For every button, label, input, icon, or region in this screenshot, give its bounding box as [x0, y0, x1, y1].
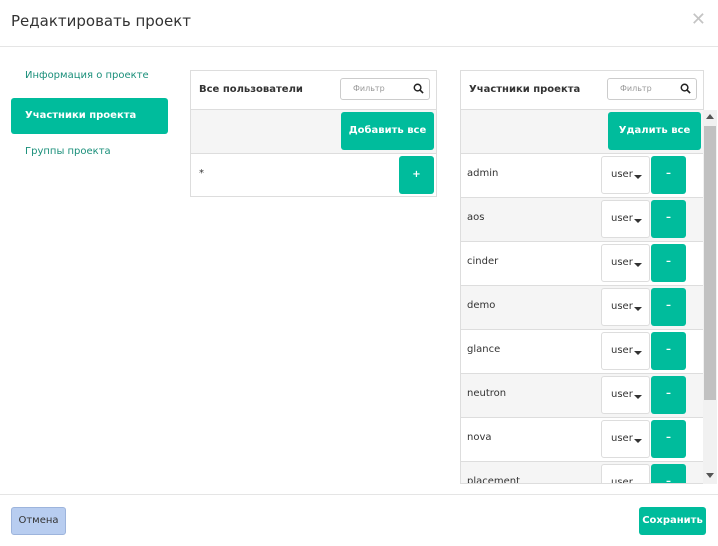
modal-footer: Отмена Сохранить [0, 494, 718, 546]
remove-member-button[interactable]: – [651, 376, 686, 414]
role-value: user [611, 345, 633, 356]
caret-down-icon [634, 395, 642, 399]
scroll-up-arrow-icon[interactable] [706, 114, 714, 119]
member-name: glance [467, 344, 501, 355]
remove-all-button[interactable]: Удалить все [608, 112, 701, 150]
project-members-panel: Участники проекта Фильтр Удалить все adm… [460, 70, 704, 484]
member-row: cinder user – [461, 242, 703, 286]
all-users-panel: Все пользователи Фильтр Добавить все * + [190, 70, 437, 197]
role-value: user [611, 169, 633, 180]
all-users-header: Все пользователи Фильтр [191, 71, 436, 110]
add-user-button[interactable]: + [399, 156, 434, 194]
member-row: placement user – [461, 462, 703, 484]
role-dropdown[interactable]: user [601, 288, 650, 326]
member-name: neutron [467, 388, 507, 399]
member-row: glance user – [461, 330, 703, 374]
member-row: admin user – [461, 154, 703, 198]
caret-down-icon [634, 351, 642, 355]
user-name: * [199, 168, 204, 179]
scrollbar[interactable] [703, 110, 717, 484]
remove-member-button[interactable]: – [651, 200, 686, 238]
role-value: user [611, 389, 633, 400]
role-dropdown[interactable]: user [601, 244, 650, 282]
member-name: placement [467, 476, 521, 484]
nav-item-project-info[interactable]: Информация о проекте [11, 60, 168, 96]
close-icon[interactable]: ✕ [691, 9, 706, 30]
role-dropdown[interactable]: user [601, 332, 650, 370]
remove-member-button[interactable]: – [651, 420, 686, 458]
cancel-button[interactable]: Отмена [11, 507, 66, 535]
member-name: aos [467, 212, 485, 223]
list-item: * + [191, 154, 436, 198]
member-row: demo user – [461, 286, 703, 330]
save-button[interactable]: Сохранить [639, 507, 706, 535]
member-name: nova [467, 432, 492, 443]
role-dropdown[interactable]: user [601, 200, 650, 238]
member-row: aos user – [461, 198, 703, 242]
member-row: nova user – [461, 418, 703, 462]
role-value: user [611, 477, 633, 484]
all-users-filter-input[interactable]: Фильтр [340, 78, 430, 100]
scroll-down-arrow-icon[interactable] [706, 473, 714, 478]
role-dropdown[interactable]: user [601, 464, 650, 484]
add-all-button[interactable]: Добавить все [341, 112, 434, 150]
filter-placeholder: Фильтр [620, 84, 652, 93]
role-value: user [611, 301, 633, 312]
members-header: Участники проекта Фильтр [461, 71, 703, 110]
caret-down-icon [634, 263, 642, 267]
caret-down-icon [634, 483, 642, 484]
modal-title: Редактировать проект [11, 12, 191, 30]
remove-member-button[interactable]: – [651, 464, 686, 483]
role-dropdown[interactable]: user [601, 376, 650, 414]
caret-down-icon [634, 219, 642, 223]
all-users-actions: Добавить все [191, 110, 436, 154]
search-icon [680, 83, 691, 94]
members-filter-input[interactable]: Фильтр [607, 78, 697, 100]
member-name: demo [467, 300, 496, 311]
side-nav: Информация о проекте Участники проекта Г… [11, 60, 168, 174]
remove-member-button[interactable]: – [651, 156, 686, 194]
role-value: user [611, 433, 633, 444]
scroll-thumb[interactable] [704, 126, 716, 400]
role-value: user [611, 257, 633, 268]
members-actions: Удалить все [461, 110, 703, 154]
member-name: admin [467, 168, 499, 179]
role-value: user [611, 213, 633, 224]
remove-member-button[interactable]: – [651, 332, 686, 370]
search-icon [413, 83, 424, 94]
nav-item-project-groups[interactable]: Группы проекта [11, 136, 168, 172]
member-row: neutron user – [461, 374, 703, 418]
member-name: cinder [467, 256, 499, 267]
caret-down-icon [634, 307, 642, 311]
remove-member-button[interactable]: – [651, 244, 686, 282]
role-dropdown[interactable]: user [601, 420, 650, 458]
members-title: Участники проекта [469, 84, 581, 95]
modal-header: Редактировать проект ✕ [0, 0, 718, 47]
nav-item-project-members[interactable]: Участники проекта [11, 98, 168, 134]
caret-down-icon [634, 439, 642, 443]
role-dropdown[interactable]: user [601, 156, 650, 194]
filter-placeholder: Фильтр [353, 84, 385, 93]
caret-down-icon [634, 175, 642, 179]
all-users-title: Все пользователи [199, 84, 303, 95]
remove-member-button[interactable]: – [651, 288, 686, 326]
